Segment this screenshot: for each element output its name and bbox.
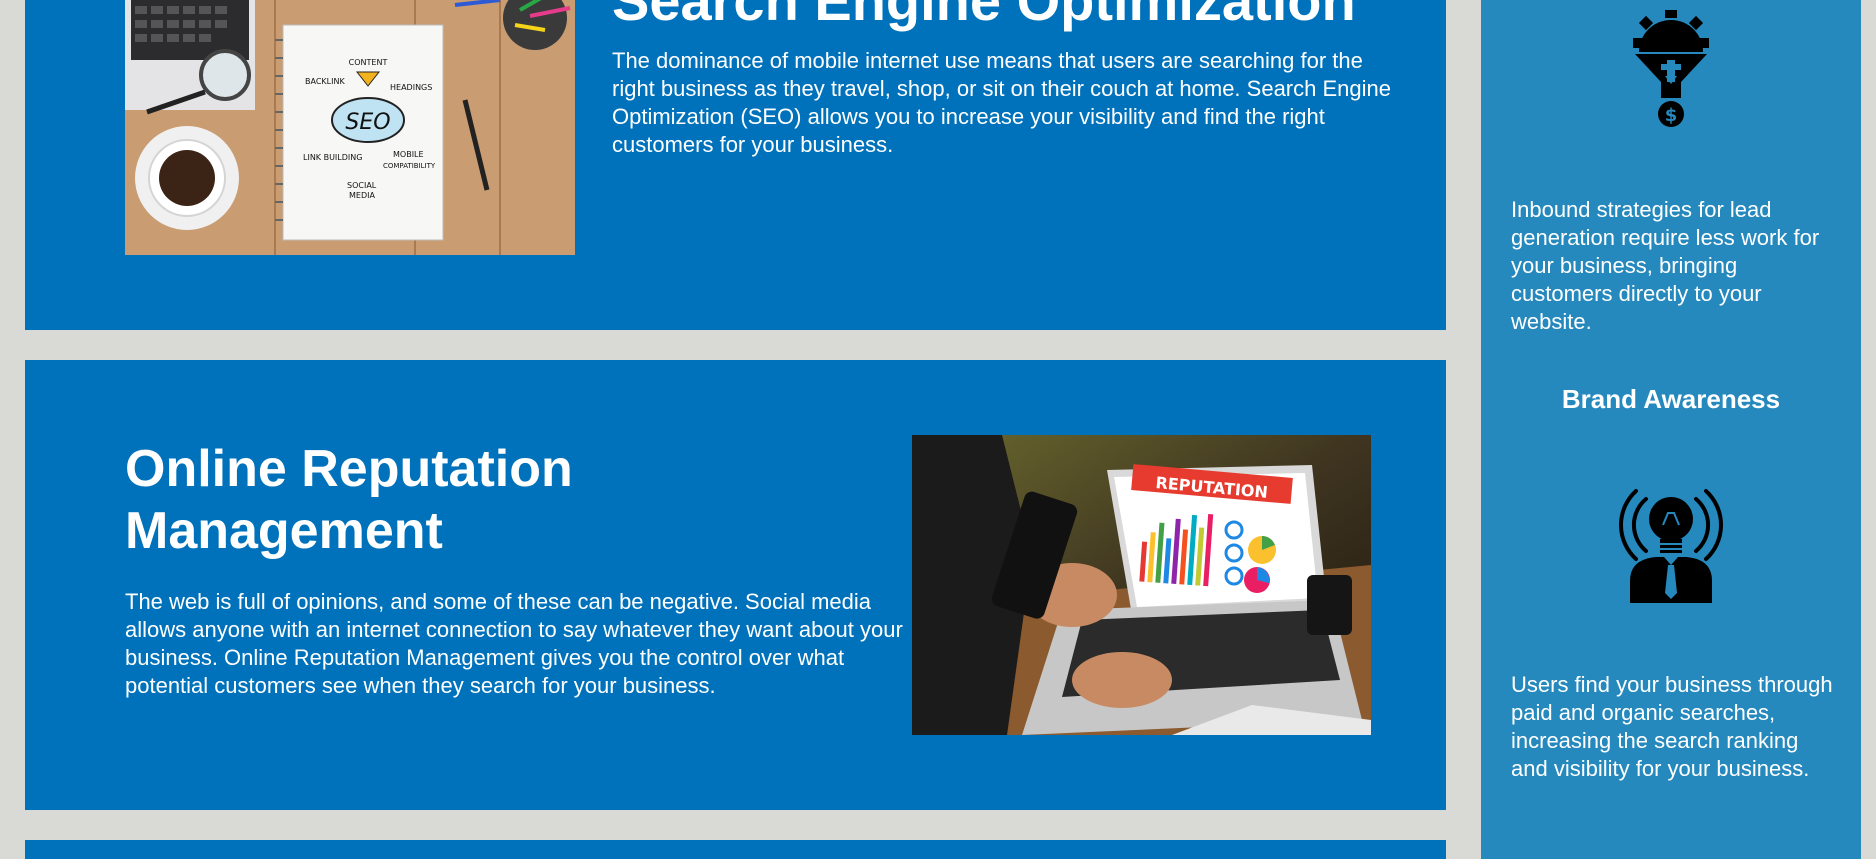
orm-title: Online Reputation Management: [125, 440, 573, 560]
compatibility-word: COMPATIBILITY: [383, 162, 436, 170]
social-word: SOCIAL: [347, 181, 377, 190]
backlink-word: BACKLINK: [305, 77, 345, 86]
seo-word: SEO: [345, 110, 390, 135]
link-building-word: LINK BUILDING: [303, 153, 362, 162]
seo-description: The dominance of mobile internet use mea…: [612, 48, 1391, 157]
funnel-gear-dollar-icon: $: [1631, 10, 1711, 128]
page: SEO CONTENT BACKLINK HEADINGS LINK BUILD…: [0, 0, 1876, 859]
svg-text:$: $: [1665, 105, 1678, 126]
media-word: MEDIA: [349, 191, 375, 200]
headings-word: HEADINGS: [390, 83, 432, 92]
benefits-sidebar: $ Inbound strategies for lead generation…: [1481, 0, 1861, 859]
orm-description: The web is full of opinions, and some of…: [125, 589, 903, 698]
mobile-word: MOBILE: [393, 150, 424, 159]
brand-awareness-text: Users find your business through paid an…: [1511, 672, 1833, 781]
content-word: CONTENT: [349, 58, 388, 67]
orm-image: REPUTATION: [912, 435, 1371, 735]
seo-section: SEO CONTENT BACKLINK HEADINGS LINK BUILD…: [25, 0, 1446, 330]
orm-section: Online Reputation Management The web is …: [25, 360, 1446, 810]
seo-illustration: SEO CONTENT BACKLINK HEADINGS LINK BUILD…: [125, 0, 575, 255]
lead-generation-text: Inbound strategies for lead generation r…: [1511, 197, 1820, 334]
next-section: [25, 840, 1446, 859]
orm-illustration: REPUTATION: [912, 435, 1371, 735]
seo-title: Search Engine Optimization: [612, 0, 1356, 32]
seo-image: SEO CONTENT BACKLINK HEADINGS LINK BUILD…: [125, 0, 575, 255]
person-lightbulb-icon: [1616, 485, 1726, 603]
brand-awareness-heading: Brand Awareness: [1561, 384, 1781, 414]
